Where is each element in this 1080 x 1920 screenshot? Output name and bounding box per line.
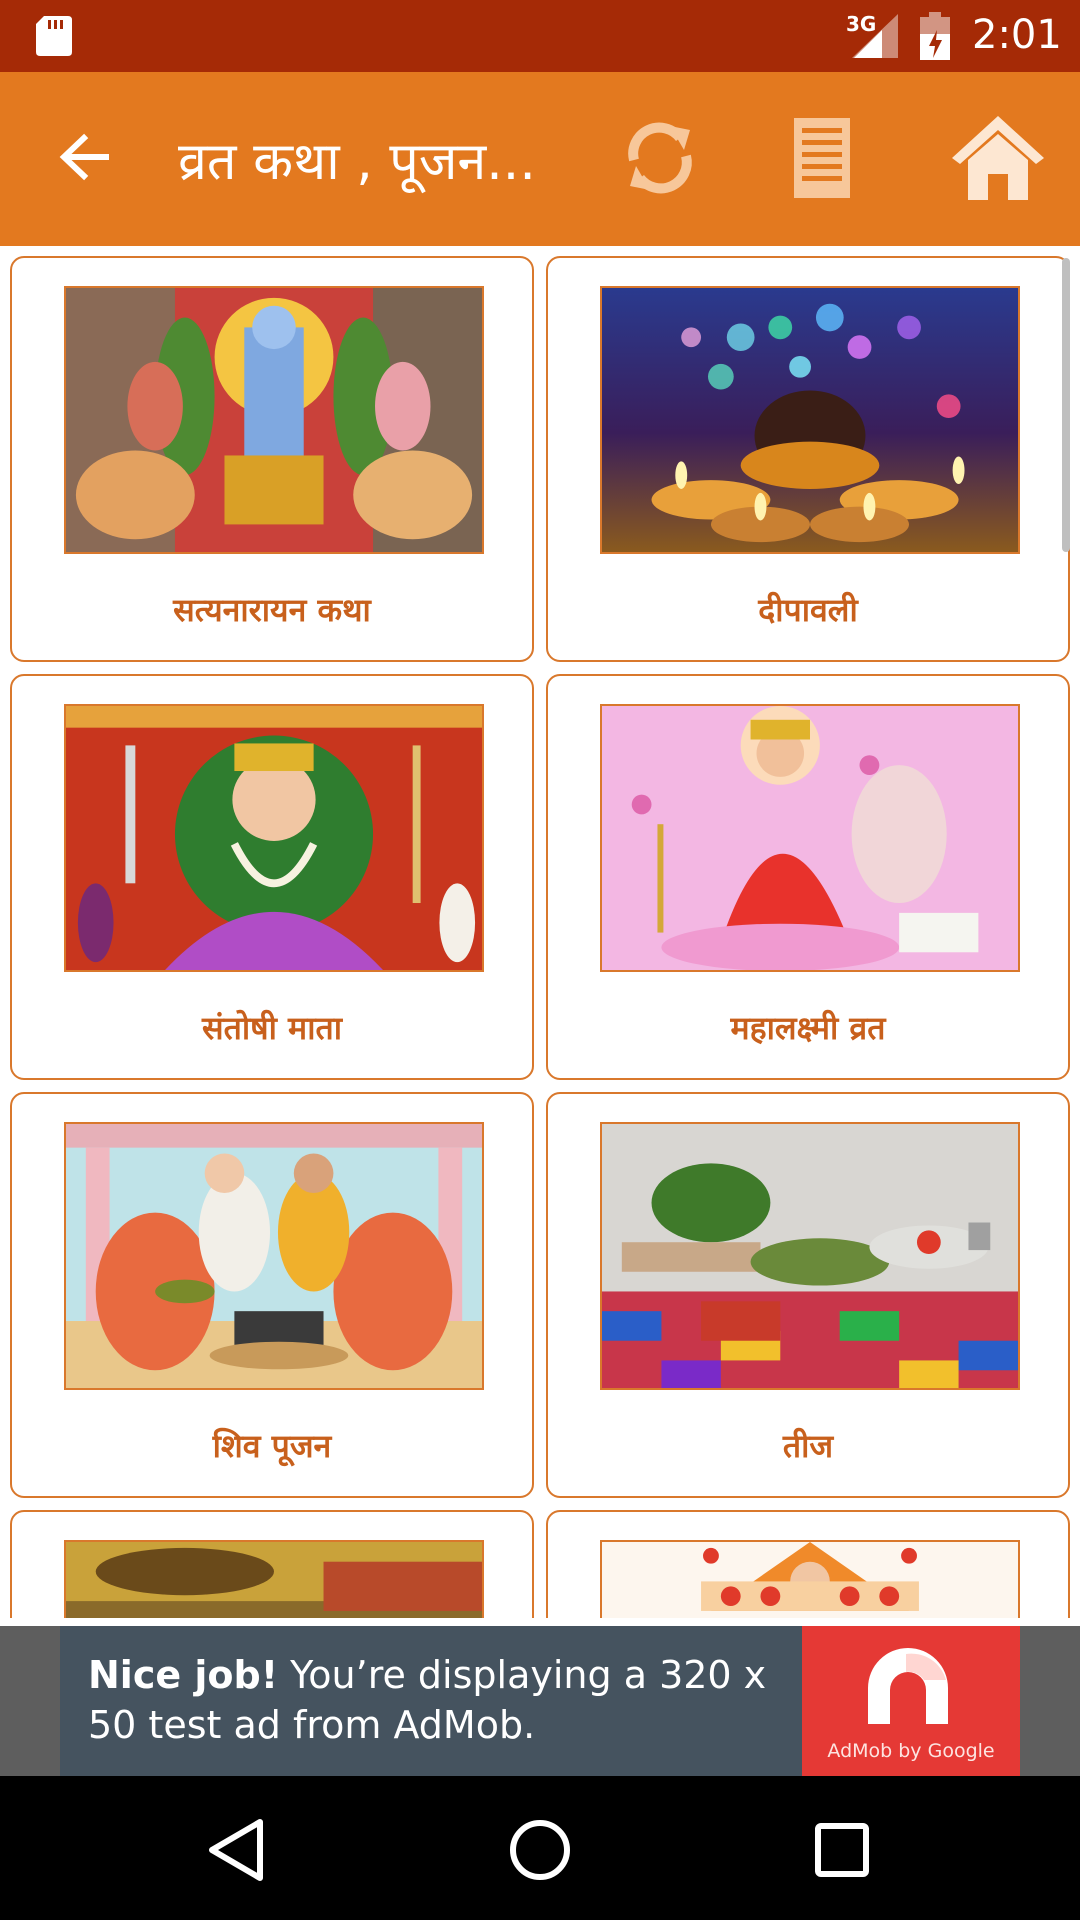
card-satyanarayan[interactable]: सत्यनारायन कथा	[10, 256, 534, 662]
nav-bar	[0, 1776, 1080, 1920]
ad-headline: Nice job!	[88, 1653, 279, 1697]
admob-logo[interactable]: AdMob by Google	[802, 1626, 1020, 1776]
card-santoshi-mata[interactable]: संतोषी माता	[10, 674, 534, 1080]
card-label: शिव पूजन	[212, 1427, 332, 1465]
category-grid: सत्यनारायन कथा दीपावली संतोषी माता महालक…	[0, 246, 1080, 1618]
refresh-icon[interactable]	[618, 116, 702, 200]
card-shiv-pujan[interactable]: शिव पूजन	[10, 1092, 534, 1498]
card-label: सत्यनारायन कथा	[173, 591, 371, 629]
thumbnail-image	[600, 286, 1020, 554]
thumbnail-image	[64, 286, 484, 554]
card-label: महालक्ष्मी व्रत	[730, 1009, 886, 1047]
card-label: संतोषी माता	[201, 1009, 343, 1047]
thumbnail-image	[64, 704, 484, 972]
card-mahalakshmi-vrat[interactable]: महालक्ष्मी व्रत	[546, 674, 1070, 1080]
home-icon[interactable]	[948, 108, 1048, 208]
thumbnail-image	[600, 704, 1020, 972]
status-bar: 3G 2:01	[0, 0, 1080, 72]
app-bar: व्रत कथा , पूजन...	[0, 72, 1080, 246]
thumbnail-image	[64, 1540, 484, 1618]
card-partial-1[interactable]	[10, 1510, 534, 1618]
battery-icon	[920, 12, 950, 60]
scrollbar[interactable]	[1062, 258, 1070, 552]
card-teej[interactable]: तीज	[546, 1092, 1070, 1498]
nav-back-icon[interactable]	[200, 1812, 276, 1888]
back-arrow-icon[interactable]	[50, 122, 120, 192]
sd-card-icon	[36, 16, 72, 56]
thumbnail-image	[600, 1122, 1020, 1390]
nav-home-icon[interactable]	[502, 1812, 578, 1888]
card-partial-2[interactable]	[546, 1510, 1070, 1618]
admob-brand: AdMob by Google	[827, 1740, 995, 1762]
thumbnail-image	[600, 1540, 1020, 1618]
ad-content[interactable]: Nice job! You’re displaying a 320 x 50 t…	[60, 1626, 1020, 1776]
nav-recents-icon[interactable]	[804, 1812, 880, 1888]
page-title: व्रत कथा , पूजन...	[178, 132, 536, 192]
card-deepavali[interactable]: दीपावली	[546, 256, 1070, 662]
clock: 2:01	[972, 12, 1062, 58]
thumbnail-image	[64, 1122, 484, 1390]
ad-text: Nice job! You’re displaying a 320 x 50 t…	[88, 1650, 818, 1750]
card-label: तीज	[782, 1427, 834, 1465]
signal-icon	[852, 14, 898, 58]
list-icon[interactable]	[790, 116, 866, 200]
ad-banner[interactable]: Nice job! You’re displaying a 320 x 50 t…	[0, 1626, 1080, 1776]
admob-icon	[868, 1648, 948, 1724]
card-label: दीपावली	[758, 591, 858, 629]
